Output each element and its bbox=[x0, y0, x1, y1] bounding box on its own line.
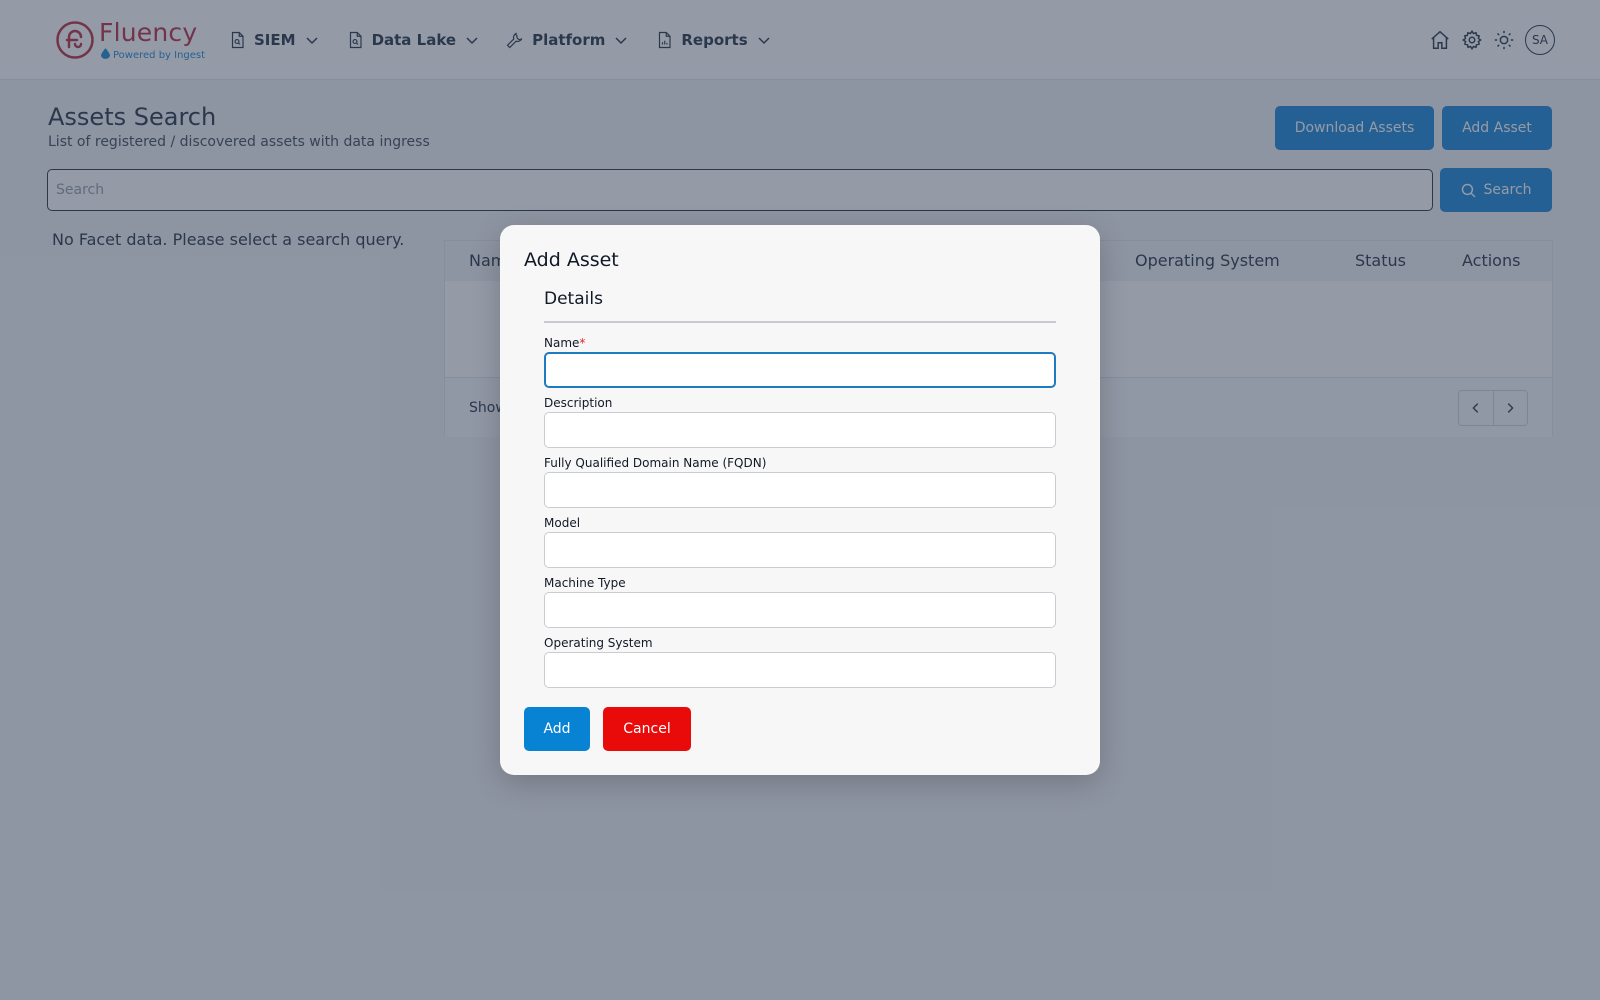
machine-type-field[interactable] bbox=[544, 592, 1056, 628]
machine-type-field-label: Machine Type bbox=[544, 576, 626, 590]
add-button[interactable]: Add bbox=[524, 707, 590, 751]
description-field[interactable] bbox=[544, 412, 1056, 448]
required-mark: * bbox=[579, 336, 586, 350]
name-field-label: Name* bbox=[544, 336, 585, 350]
add-asset-modal: Add Asset Details Name* Description Full… bbox=[500, 225, 1100, 775]
operating-system-field-label: Operating System bbox=[544, 636, 653, 650]
model-field[interactable] bbox=[544, 532, 1056, 568]
model-field-label: Model bbox=[544, 516, 581, 530]
operating-system-field[interactable] bbox=[544, 652, 1056, 688]
section-divider bbox=[544, 321, 1056, 323]
fqdn-field-label: Fully Qualified Domain Name (FQDN) bbox=[544, 456, 767, 470]
modal-title: Add Asset bbox=[524, 249, 619, 271]
name-label-text: Name bbox=[544, 336, 580, 350]
details-section-title: Details bbox=[544, 289, 603, 309]
fqdn-field[interactable] bbox=[544, 472, 1056, 508]
cancel-button[interactable]: Cancel bbox=[603, 707, 691, 751]
description-field-label: Description bbox=[544, 396, 613, 410]
name-field[interactable] bbox=[544, 352, 1056, 388]
